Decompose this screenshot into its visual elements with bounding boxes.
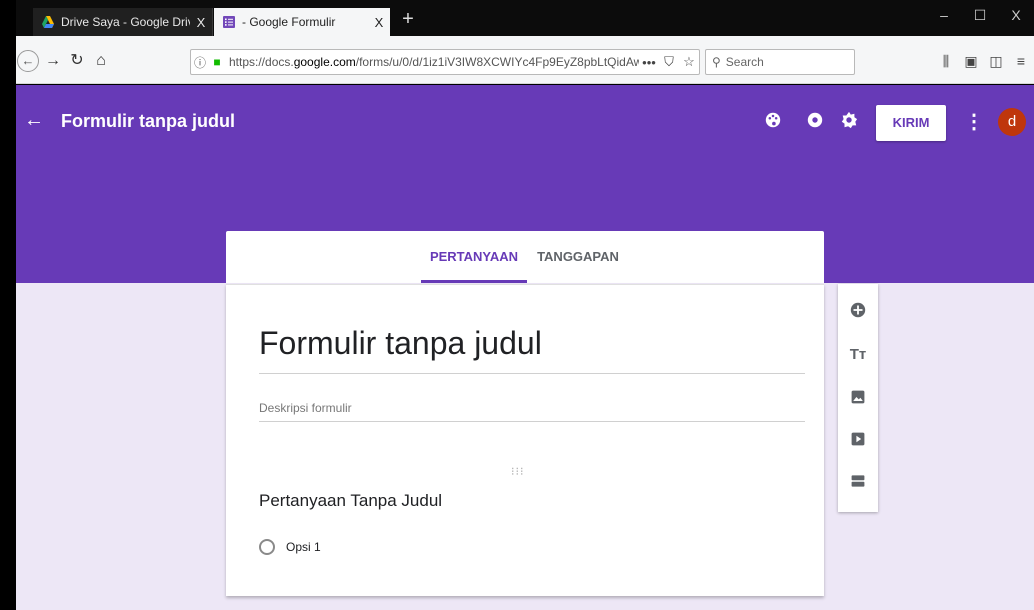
- side-toolbar: Tт: [838, 284, 878, 512]
- window-border: [0, 0, 16, 610]
- window-controls: – ☐ X: [926, 0, 1034, 34]
- more-icon[interactable]: ⋮: [964, 109, 984, 134]
- bookmark-star-icon[interactable]: ☆: [679, 54, 699, 70]
- tab-google-forms[interactable]: - Google Formulir X: [214, 8, 390, 36]
- form-tabs: PERTANYAAN TANGGAPAN: [226, 231, 824, 283]
- add-video-icon[interactable]: [848, 431, 868, 451]
- browser-tab-bar: Drive Saya - Google Drive X - Google For…: [0, 0, 1034, 36]
- palette-icon[interactable]: [762, 111, 784, 133]
- forms-page: ← Formulir tanpa judul KIRIM ⋮ d PERTANY…: [16, 85, 1034, 610]
- back-arrow-icon[interactable]: ←: [24, 109, 44, 132]
- google-forms-icon: [223, 16, 235, 28]
- home-icon[interactable]: ⌂: [90, 50, 112, 72]
- tab-close-icon[interactable]: X: [190, 15, 212, 30]
- minimize-button[interactable]: –: [926, 0, 962, 34]
- form-name[interactable]: Formulir tanpa judul: [61, 111, 235, 132]
- add-title-icon[interactable]: Tт: [848, 345, 868, 365]
- lock-icon[interactable]: ■: [209, 55, 225, 69]
- tab-responses[interactable]: TANGGAPAN: [528, 231, 628, 283]
- divider: [259, 421, 805, 422]
- browser-toolbar: ← → ↻ ⌂ ⓘ ■ https://docs.google.com/form…: [0, 36, 1034, 84]
- form-title-input[interactable]: Formulir tanpa judul: [259, 325, 542, 362]
- radio-button[interactable]: [259, 539, 275, 555]
- tab-google-drive[interactable]: Drive Saya - Google Drive X: [33, 8, 213, 36]
- form-card: Formulir tanpa judul Deskripsi formulir …: [226, 284, 824, 596]
- drag-handle-icon[interactable]: ⁝⁝⁝: [511, 465, 525, 478]
- preview-icon[interactable]: [804, 111, 826, 133]
- option-label[interactable]: Opsi 1: [286, 540, 321, 554]
- url-bar[interactable]: ⓘ ■ https://docs.google.com/forms/u/0/d/…: [190, 49, 700, 75]
- divider: [259, 373, 805, 374]
- maximize-button[interactable]: ☐: [962, 0, 998, 34]
- forward-button[interactable]: →: [44, 50, 62, 72]
- form-description-input[interactable]: Deskripsi formulir: [259, 401, 352, 415]
- library-icon[interactable]: ⫼: [935, 50, 957, 72]
- question-title-input[interactable]: Pertanyaan Tanpa Judul: [259, 491, 442, 511]
- sidebar-icon[interactable]: ◫: [985, 50, 1007, 72]
- close-window-button[interactable]: X: [998, 0, 1034, 34]
- url-text[interactable]: https://docs.google.com/forms/u/0/d/1iz1…: [225, 55, 639, 69]
- send-button[interactable]: KIRIM: [876, 105, 946, 141]
- settings-icon[interactable]: [838, 111, 860, 133]
- reload-icon[interactable]: ↻: [66, 50, 88, 72]
- google-drive-icon: [42, 16, 54, 28]
- container-icon[interactable]: ▣: [960, 50, 982, 72]
- search-placeholder: Search: [725, 55, 764, 69]
- search-icon: ⚲: [712, 55, 721, 69]
- back-button[interactable]: ←: [17, 50, 39, 72]
- menu-icon[interactable]: ≡: [1010, 50, 1032, 72]
- tab-title: Drive Saya - Google Drive: [61, 15, 190, 29]
- search-bar[interactable]: ⚲ Search: [705, 49, 855, 75]
- tab-title: - Google Formulir: [242, 15, 336, 29]
- add-image-icon[interactable]: [848, 389, 868, 409]
- avatar[interactable]: d: [998, 108, 1026, 136]
- new-tab-button[interactable]: +: [396, 8, 420, 32]
- tab-questions[interactable]: PERTANYAAN: [421, 231, 527, 283]
- info-icon[interactable]: ⓘ: [191, 54, 209, 71]
- add-question-icon[interactable]: [848, 301, 868, 321]
- tab-close-icon[interactable]: X: [368, 15, 390, 30]
- page-actions-icon[interactable]: •••: [639, 55, 659, 70]
- pocket-icon[interactable]: ⛉: [659, 54, 679, 70]
- add-section-icon[interactable]: [848, 473, 868, 493]
